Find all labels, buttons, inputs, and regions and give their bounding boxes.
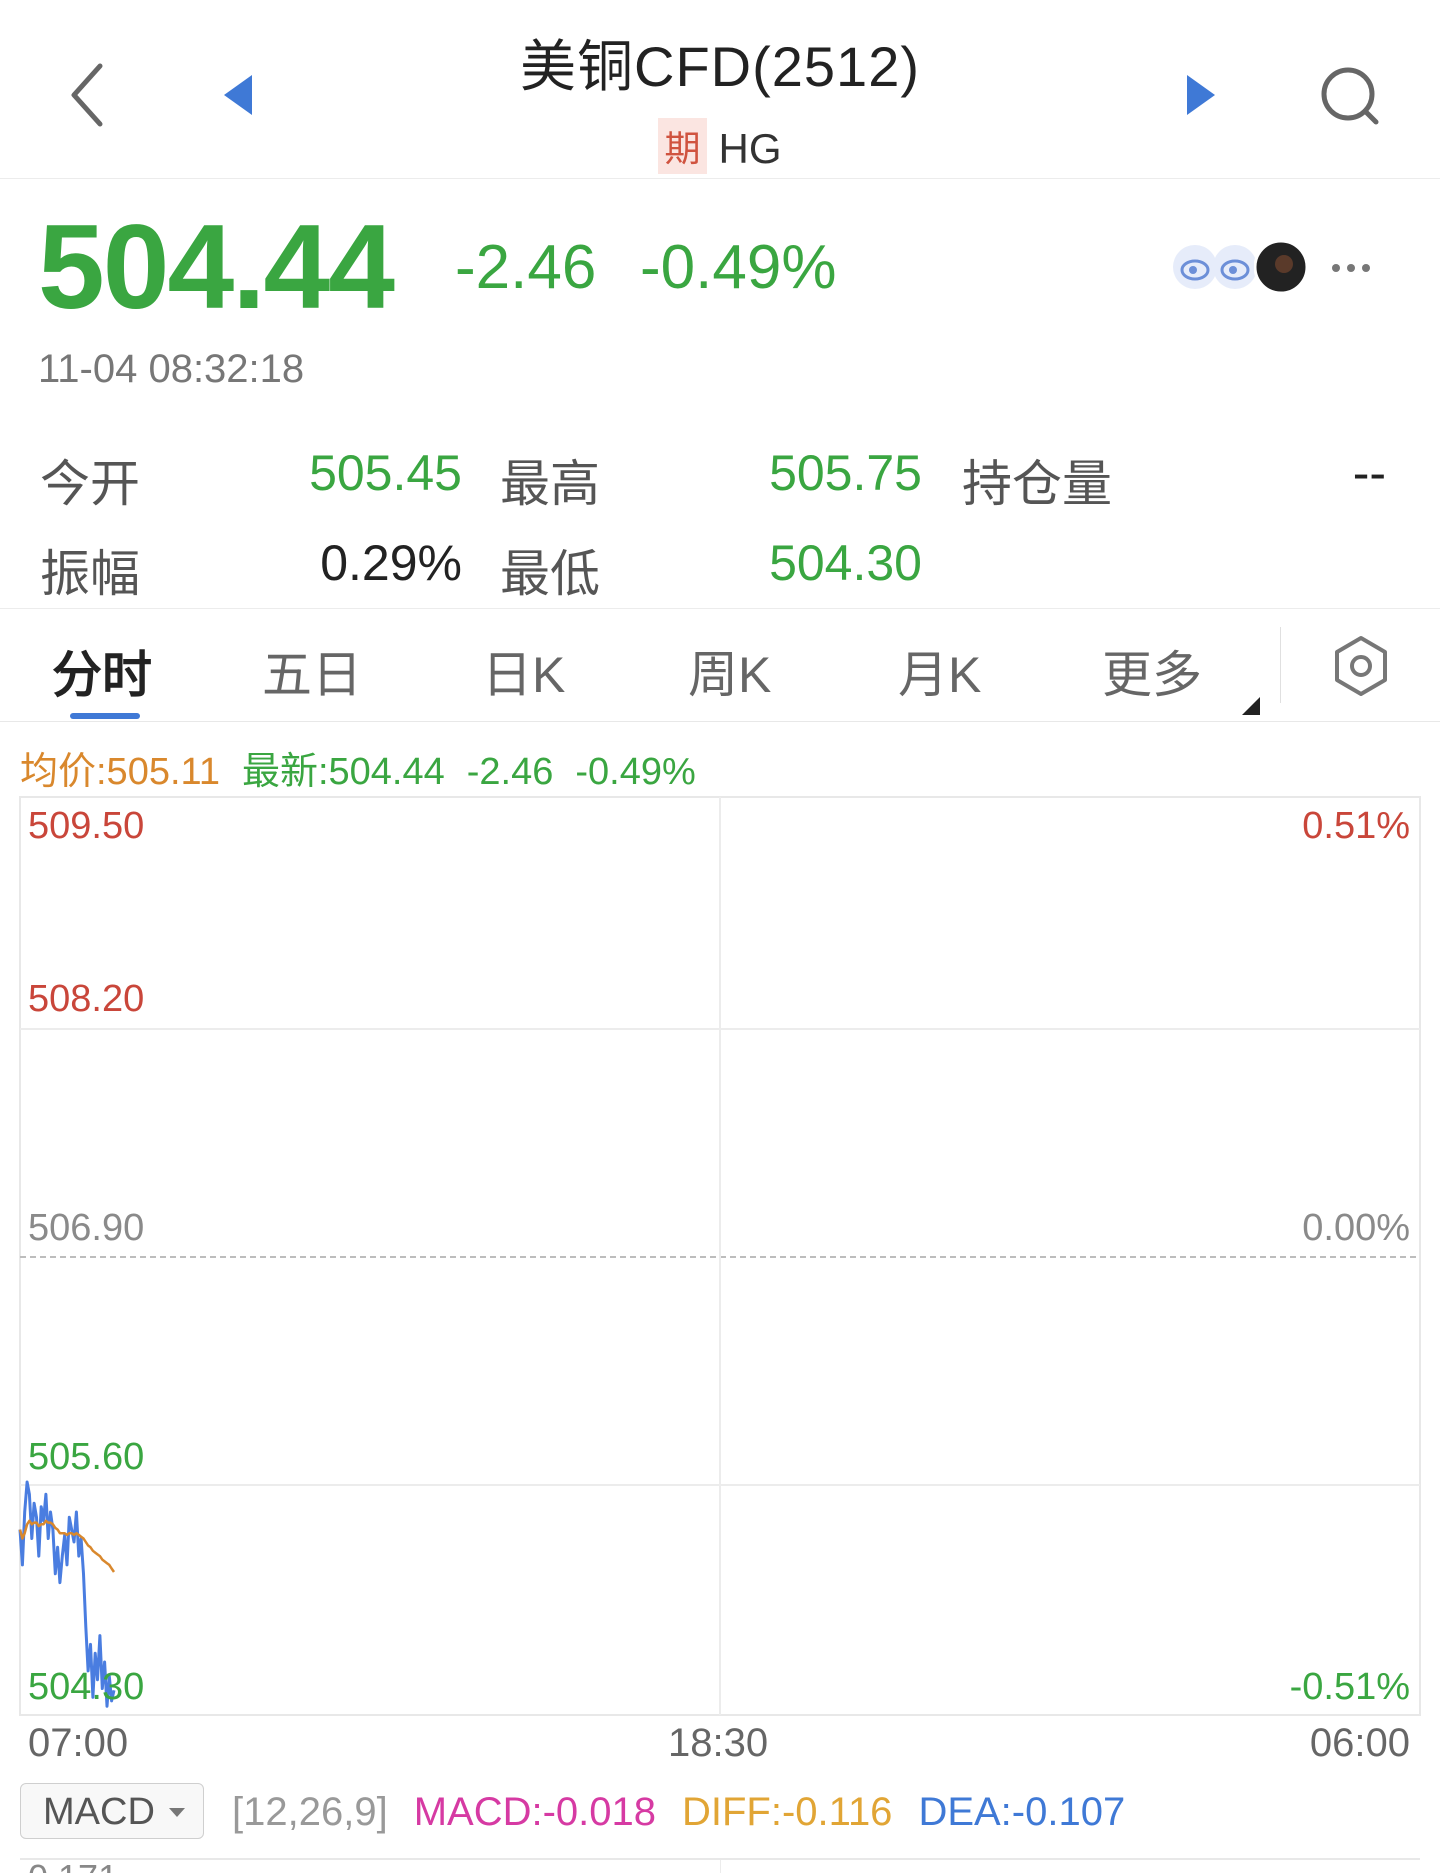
settings-icon[interactable] — [1330, 635, 1392, 697]
page-title: 美铜CFD(2512) — [520, 35, 920, 98]
high-value: 505.75 — [769, 445, 922, 501]
tab-five-day[interactable]: 五日 — [262, 635, 362, 707]
amplitude-label: 振幅 — [40, 546, 140, 602]
y-axis-label: 504.30 — [28, 1666, 145, 1708]
x-axis-label: 06:00 — [1309, 1721, 1410, 1765]
chevron-down-icon — [169, 1808, 185, 1817]
macd-params: [12,26,9] — [232, 1790, 388, 1834]
quote-timestamp: 11-04 08:32:18 — [38, 347, 305, 391]
diff-value: DIFF:-0.116 — [682, 1790, 893, 1834]
dea-value: DEA:-0.107 — [918, 1790, 1126, 1834]
weibo-share-icon[interactable] — [1212, 244, 1258, 290]
futures-badge: 期 — [658, 118, 707, 174]
macd-values: [12,26,9] MACD:-0.018 DIFF:-0.116 DEA:-0.10… — [232, 1790, 1151, 1835]
amplitude-value: 0.29% — [320, 535, 462, 591]
last-price: 504.44 — [38, 200, 395, 334]
tab-weekly-k[interactable]: 周K — [688, 635, 771, 707]
tab-intraday[interactable]: 分时 — [52, 635, 152, 707]
open-value: 505.45 — [309, 445, 462, 501]
more-options-icon[interactable] — [1330, 258, 1372, 278]
intraday-chart[interactable]: 509.50 508.20 506.90 505.60 504.30 0.51%… — [0, 795, 1440, 1775]
chart-canvas — [18, 796, 1421, 1716]
period-tabs: 分时 五日 日K 周K 月K 更多 — [0, 608, 1440, 722]
tab-more[interactable]: 更多 — [1102, 635, 1202, 707]
summary-change: -2.46 — [466, 751, 554, 793]
search-icon[interactable] — [1318, 64, 1382, 128]
intraday-summary: 均价:505.11 最新:504.44 -2.46 -0.49% — [20, 740, 718, 795]
indicator-selector[interactable]: MACD — [20, 1783, 204, 1839]
open-interest-value: -- — [1352, 445, 1386, 501]
x-axis-label: 18:30 — [668, 1721, 769, 1765]
open-interest-label: 持仓量 — [962, 456, 1112, 512]
instrument-code: HG — [718, 125, 782, 172]
dropdown-corner-icon — [1242, 697, 1260, 715]
divider — [720, 1860, 721, 1873]
tab-daily-k[interactable]: 日K — [482, 635, 565, 707]
next-item-icon[interactable] — [1183, 73, 1217, 117]
y-axis-label: 508.20 — [28, 978, 145, 1020]
average-price: 均价:505.11 — [20, 751, 220, 793]
latest-price: 最新:504.44 — [241, 751, 445, 793]
header-bar: 美铜CFD(2512) 期 HG — [0, 0, 1440, 179]
tab-monthly-k[interactable]: 月K — [898, 635, 981, 707]
price-change-percent: -0.49% — [640, 233, 837, 302]
low-label: 最低 — [500, 546, 600, 602]
indicator-name: MACD — [43, 1791, 155, 1833]
y-axis-percent-label: 0.51% — [1302, 805, 1410, 847]
instrument-code-line: 期 HG — [0, 118, 1440, 174]
macd-axis-label: 0.171 — [28, 1860, 118, 1873]
price-change: -2.46 — [455, 233, 597, 302]
active-tab-indicator — [70, 713, 140, 719]
divider — [1280, 627, 1281, 703]
y-axis-label: 505.60 — [28, 1436, 145, 1478]
y-axis-percent-label: 0.00% — [1302, 1207, 1410, 1249]
x-axis-label: 07:00 — [28, 1721, 129, 1765]
low-value: 504.30 — [769, 535, 922, 591]
summary-change-percent: -0.49% — [575, 751, 696, 793]
high-label: 最高 — [500, 456, 600, 512]
y-axis-percent-label: -0.51% — [1289, 1666, 1410, 1708]
y-axis-label: 509.50 — [28, 805, 145, 847]
y-axis-label: 506.90 — [28, 1207, 145, 1249]
open-label: 今开 — [40, 456, 140, 512]
avatar[interactable] — [1253, 239, 1309, 295]
macd-value: MACD:-0.018 — [413, 1790, 656, 1834]
